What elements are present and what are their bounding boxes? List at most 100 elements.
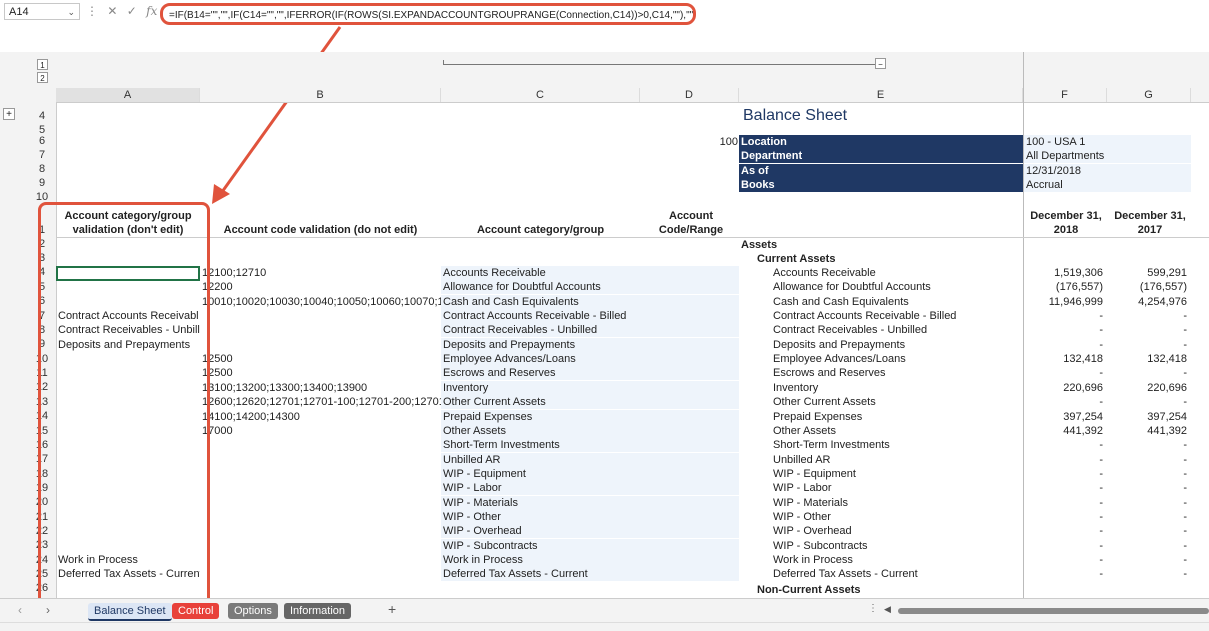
cell-d-row-13[interactable] (640, 395, 739, 410)
cell-c-row-5[interactable]: Allowance for Doubtful Accounts (441, 280, 640, 295)
cell-g-row-23[interactable]: - (1107, 539, 1187, 553)
cell-e-row-20[interactable]: WIP - Materials (773, 496, 1023, 510)
cell-d-row-10[interactable] (640, 352, 739, 367)
row-header-4[interactable]: 4 (28, 110, 56, 122)
row-header-6[interactable]: 6 (28, 135, 56, 147)
cell-b-row-22[interactable] (202, 524, 441, 538)
cell-e-row-17[interactable]: Unbilled AR (773, 453, 1023, 467)
scroll-tabs-left-icon[interactable]: ‹ (18, 603, 22, 617)
cell-g-row-10[interactable]: 132,418 (1107, 352, 1187, 366)
cell-g-row-9[interactable]: - (1107, 338, 1187, 352)
cell-g-row-7[interactable]: - (1107, 309, 1187, 323)
cell-f-row-5[interactable]: (176,557) (1023, 280, 1103, 294)
sheet-tab-control[interactable]: Control (172, 603, 220, 619)
cell-b-row-23[interactable] (202, 539, 441, 553)
cell-c-row-25[interactable]: Deferred Tax Assets - Current (441, 567, 640, 582)
add-sheet-button[interactable]: + (388, 601, 396, 617)
cell-c-row-10[interactable]: Employee Advances/Loans (441, 352, 640, 367)
cell-c-row-12[interactable]: Inventory (441, 380, 640, 395)
cell-e-row-15[interactable]: Other Assets (773, 424, 1023, 438)
cell-d-row-5[interactable] (640, 280, 739, 295)
cell-f-row-13[interactable]: - (1023, 395, 1103, 409)
cell-d-row-14[interactable] (640, 409, 739, 424)
cell-f-row-24[interactable]: - (1023, 553, 1103, 567)
cell-c-row-17[interactable]: Unbilled AR (441, 452, 640, 467)
cell-d-row-9[interactable] (640, 337, 739, 352)
cell-f-row-20[interactable]: - (1023, 496, 1103, 510)
outline-level-1-button[interactable]: 1 (37, 59, 48, 70)
cell-e-row-24[interactable]: Work in Process (773, 553, 1023, 567)
cell-f-row-16[interactable]: - (1023, 438, 1103, 452)
cell-e-row-19[interactable]: WIP - Labor (773, 481, 1023, 495)
cell-g-row-24[interactable]: - (1107, 553, 1187, 567)
cell-b-row-20[interactable] (202, 496, 441, 510)
cell-d-row-21[interactable] (640, 509, 739, 524)
cell-b-row-21[interactable] (202, 510, 441, 524)
cell-c-row-16[interactable]: Short-Term Investments (441, 438, 640, 453)
outline-collapse-button[interactable]: − (875, 58, 886, 69)
cell-b-row-12[interactable]: 13100;13200;13300;13400;13900 (202, 381, 441, 395)
cell-b-row-11[interactable]: 12500 (202, 366, 441, 380)
cell-d-row-24[interactable] (640, 553, 739, 567)
cell-b-row-5[interactable]: 12200 (202, 280, 441, 294)
cell-c-row-18[interactable]: WIP - Equipment (441, 466, 640, 481)
column-header-g[interactable]: G (1107, 88, 1191, 102)
cell-c-row-4[interactable]: Accounts Receivable (441, 266, 640, 280)
cell-b-row-9[interactable] (202, 338, 441, 352)
cell-e-row-18[interactable]: WIP - Equipment (773, 467, 1023, 481)
cell-g-row-17[interactable]: - (1107, 453, 1187, 467)
cell-b-row-7[interactable] (202, 309, 441, 323)
cell-e-row-4[interactable]: Accounts Receivable (773, 266, 1023, 280)
cell-f-row-9[interactable]: - (1023, 338, 1103, 352)
cell-b-row-8[interactable] (202, 323, 441, 337)
cell-c-row-20[interactable]: WIP - Materials (441, 495, 640, 510)
cell-f-row-7[interactable]: - (1023, 309, 1103, 323)
row-header-8[interactable]: 8 (28, 163, 56, 175)
cell-e-row-6[interactable]: Cash and Cash Equivalents (773, 295, 1023, 309)
cell-d-row-7[interactable] (640, 309, 739, 324)
cell-e-row-12[interactable]: Inventory (773, 381, 1023, 395)
row-header-7[interactable]: 7 (28, 149, 56, 161)
cell-d-row-18[interactable] (640, 466, 739, 481)
cell-g-row-25[interactable]: - (1107, 567, 1187, 581)
cell-f-row-19[interactable]: - (1023, 481, 1103, 495)
cell-d-row-8[interactable] (640, 323, 739, 338)
cell-g-row-13[interactable]: - (1107, 395, 1187, 409)
cell-g-row-12[interactable]: 220,696 (1107, 381, 1187, 395)
cell-d-row-19[interactable] (640, 481, 739, 496)
param-value-1[interactable]: All Departments (1024, 149, 1191, 164)
cell-c-row-22[interactable]: WIP - Overhead (441, 524, 640, 539)
cell-f-row-12[interactable]: 220,696 (1023, 381, 1103, 395)
cell-f-row-18[interactable]: - (1023, 467, 1103, 481)
cell-c-row-15[interactable]: Other Assets (441, 423, 640, 438)
cell-f-row-4[interactable]: 1,519,306 (1023, 266, 1103, 280)
cell-g-row-19[interactable]: - (1107, 481, 1187, 495)
horizontal-scrollbar[interactable] (898, 608, 1209, 614)
cell-f-row-11[interactable]: - (1023, 366, 1103, 380)
cell-g-row-5[interactable]: (176,557) (1107, 280, 1187, 294)
cell-c-row-14[interactable]: Prepaid Expenses (441, 409, 640, 424)
scroll-tabs-right-icon[interactable]: › (46, 603, 50, 617)
cell-d-row-22[interactable] (640, 524, 739, 539)
cell-e-row-8[interactable]: Contract Receivables - Unbilled (773, 323, 1023, 337)
column-header-d[interactable]: D (640, 88, 739, 102)
outline-level-2-button[interactable]: 2 (37, 72, 48, 83)
more-tabs-icon[interactable]: ⋮ (868, 603, 878, 614)
cell-g-row-4[interactable]: 599,291 (1107, 266, 1187, 280)
cell-e-row-16[interactable]: Short-Term Investments (773, 438, 1023, 452)
cell-g-row-20[interactable]: - (1107, 496, 1187, 510)
cell-e-row-9[interactable]: Deposits and Prepayments (773, 338, 1023, 352)
cell-f-row-23[interactable]: - (1023, 539, 1103, 553)
cell-b-row-17[interactable] (202, 453, 441, 467)
cell-d-row-4[interactable] (640, 266, 739, 280)
cell-e-row-23[interactable]: WIP - Subcontracts (773, 539, 1023, 553)
cell-c-row-9[interactable]: Deposits and Prepayments (441, 337, 640, 352)
param-value-0[interactable]: 100 - USA 1 (1024, 135, 1191, 149)
cell-c-row-21[interactable]: WIP - Other (441, 509, 640, 524)
cell-b-row-18[interactable] (202, 467, 441, 481)
cell-e-row-13[interactable]: Other Current Assets (773, 395, 1023, 409)
cell-f-row-6[interactable]: 11,946,999 (1023, 295, 1103, 309)
cell-d-row-16[interactable] (640, 438, 739, 453)
cell-f-row-15[interactable]: 441,392 (1023, 424, 1103, 438)
cell-b-row-4[interactable]: 12100;12710 (202, 266, 441, 280)
